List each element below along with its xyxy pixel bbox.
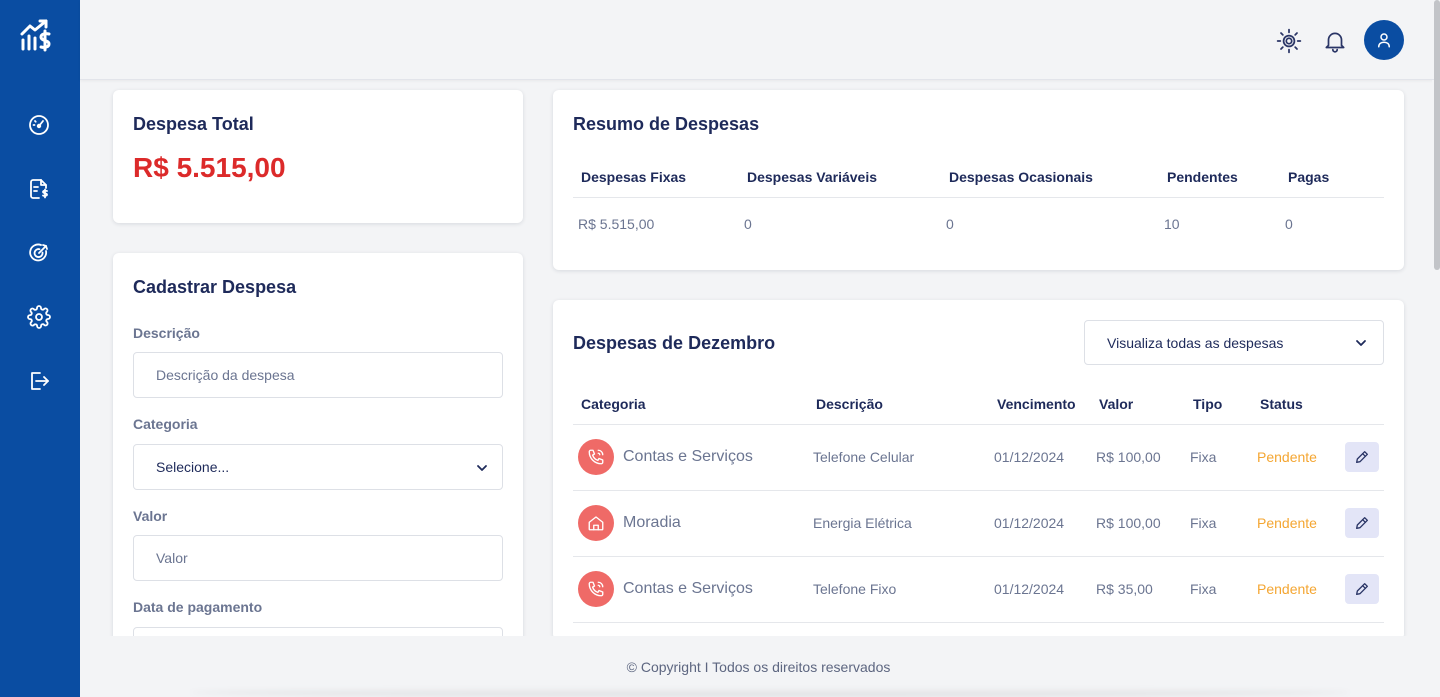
monthly-expenses-card: Despesas de Dezembro Visualiza todas as … <box>553 300 1404 640</box>
expense-summary-card: Resumo de Despesas Despesas Fixas Despes… <box>553 90 1404 270</box>
row-categoria: Contas e Serviços <box>623 448 753 465</box>
data-pagamento-label: Data de pagamento <box>133 599 263 615</box>
row-tipo: Fixa <box>1190 515 1217 531</box>
user-icon <box>1378 33 1390 48</box>
descricao-label: Descrição <box>133 325 200 341</box>
row-descricao: Energia Elétrica <box>813 515 912 531</box>
row-tipo: Fixa <box>1190 581 1217 597</box>
phone-icon <box>588 581 604 597</box>
summary-value-ocasionais: 0 <box>946 216 954 232</box>
valor-label: Valor <box>133 508 168 524</box>
col-header-descricao: Descrição <box>816 396 883 412</box>
total-expense-title: Despesa Total <box>133 114 254 134</box>
footer: © Copyright I Todos os direitos reservad… <box>80 636 1432 697</box>
top-header <box>80 0 1440 80</box>
categoria-select[interactable]: Selecione... <box>133 444 503 490</box>
row-status: Pendente <box>1257 449 1317 465</box>
sun-icon[interactable] <box>1276 28 1302 54</box>
row-divider <box>573 622 1384 623</box>
summary-header-pagas: Pagas <box>1288 169 1330 185</box>
expenses-document-icon[interactable] <box>27 177 51 201</box>
col-header-status: Status <box>1260 396 1303 412</box>
edit-button[interactable] <box>1345 574 1379 604</box>
register-expense-title: Cadastrar Despesa <box>133 277 297 297</box>
phone-icon <box>588 449 604 465</box>
row-valor: R$ 100,00 <box>1096 449 1161 465</box>
summary-header-pendentes: Pendentes <box>1167 169 1238 185</box>
category-badge <box>578 439 614 475</box>
categoria-label: Categoria <box>133 416 198 432</box>
monthly-title: Despesas de Dezembro <box>573 333 776 353</box>
chevron-down-icon <box>1356 340 1366 346</box>
pencil-icon <box>1356 583 1368 595</box>
category-badge <box>578 571 614 607</box>
scrollbar-thumb[interactable] <box>1434 0 1440 270</box>
summary-header-fixas: Despesas Fixas <box>581 169 687 185</box>
category-badge <box>578 505 614 541</box>
row-descricao: Telefone Fixo <box>813 581 897 597</box>
row-categoria: Moradia <box>623 514 681 531</box>
goals-target-icon[interactable] <box>27 241 51 265</box>
col-header-valor: Valor <box>1099 396 1134 412</box>
row-descricao: Telefone Celular <box>813 449 915 465</box>
summary-value-fixas: R$ 5.515,00 <box>578 216 655 232</box>
valor-placeholder: Valor <box>156 550 188 566</box>
total-expense-value: R$ 5.515,00 <box>133 152 286 183</box>
copyright-text: © Copyright I Todos os direitos reservad… <box>626 659 891 675</box>
filter-selected-value: Visualiza todas as despesas <box>1107 334 1284 351</box>
footer-shadow <box>190 688 1350 697</box>
summary-header-ocasionais: Despesas Ocasionais <box>949 169 1093 185</box>
col-header-categoria: Categoria <box>581 396 646 412</box>
chevron-down-icon <box>477 465 487 471</box>
chart-dollar-logo-icon[interactable] <box>19 18 53 52</box>
descricao-input[interactable]: Descrição da despesa <box>133 352 503 398</box>
summary-value-pendentes: 10 <box>1164 216 1180 232</box>
row-tipo: Fixa <box>1190 449 1217 465</box>
row-valor: R$ 100,00 <box>1096 515 1161 531</box>
row-valor: R$ 35,00 <box>1096 581 1153 597</box>
logout-icon[interactable] <box>27 369 51 393</box>
home-icon <box>588 516 604 531</box>
edit-button[interactable] <box>1345 508 1379 538</box>
pencil-icon <box>1356 517 1368 529</box>
avatar[interactable] <box>1364 20 1404 60</box>
row-categoria: Contas e Serviços <box>623 580 753 597</box>
row-vencimento: 01/12/2024 <box>994 581 1065 597</box>
categoria-selected-value: Selecione... <box>156 459 230 475</box>
row-status: Pendente <box>1257 581 1317 597</box>
descricao-placeholder: Descrição da despesa <box>156 367 295 383</box>
row-vencimento: 01/12/2024 <box>994 449 1065 465</box>
sidebar <box>0 0 80 697</box>
row-status: Pendente <box>1257 515 1317 531</box>
edit-button[interactable] <box>1345 442 1379 472</box>
row-divider <box>573 556 1384 557</box>
bell-icon[interactable] <box>1322 28 1348 54</box>
summary-value-variaveis: 0 <box>744 216 752 232</box>
summary-title: Resumo de Despesas <box>573 114 760 134</box>
dashboard-gauge-icon[interactable] <box>27 113 51 137</box>
expense-filter-select[interactable]: Visualiza todas as despesas <box>1084 320 1384 365</box>
pencil-icon <box>1356 451 1368 463</box>
valor-input[interactable]: Valor <box>133 535 503 581</box>
table-header-divider <box>573 424 1384 425</box>
col-header-tipo: Tipo <box>1193 396 1223 412</box>
settings-gear-icon[interactable] <box>27 305 51 329</box>
summary-value-pagas: 0 <box>1285 216 1293 232</box>
total-expense-card: Despesa Total R$ 5.515,00 <box>113 90 523 223</box>
col-header-vencimento: Vencimento <box>997 396 1076 412</box>
summary-divider <box>573 197 1384 198</box>
row-divider <box>573 490 1384 491</box>
register-expense-card: Cadastrar Despesa Descrição Descrição da… <box>113 253 523 673</box>
row-vencimento: 01/12/2024 <box>994 515 1065 531</box>
summary-header-variaveis: Despesas Variáveis <box>747 169 877 185</box>
